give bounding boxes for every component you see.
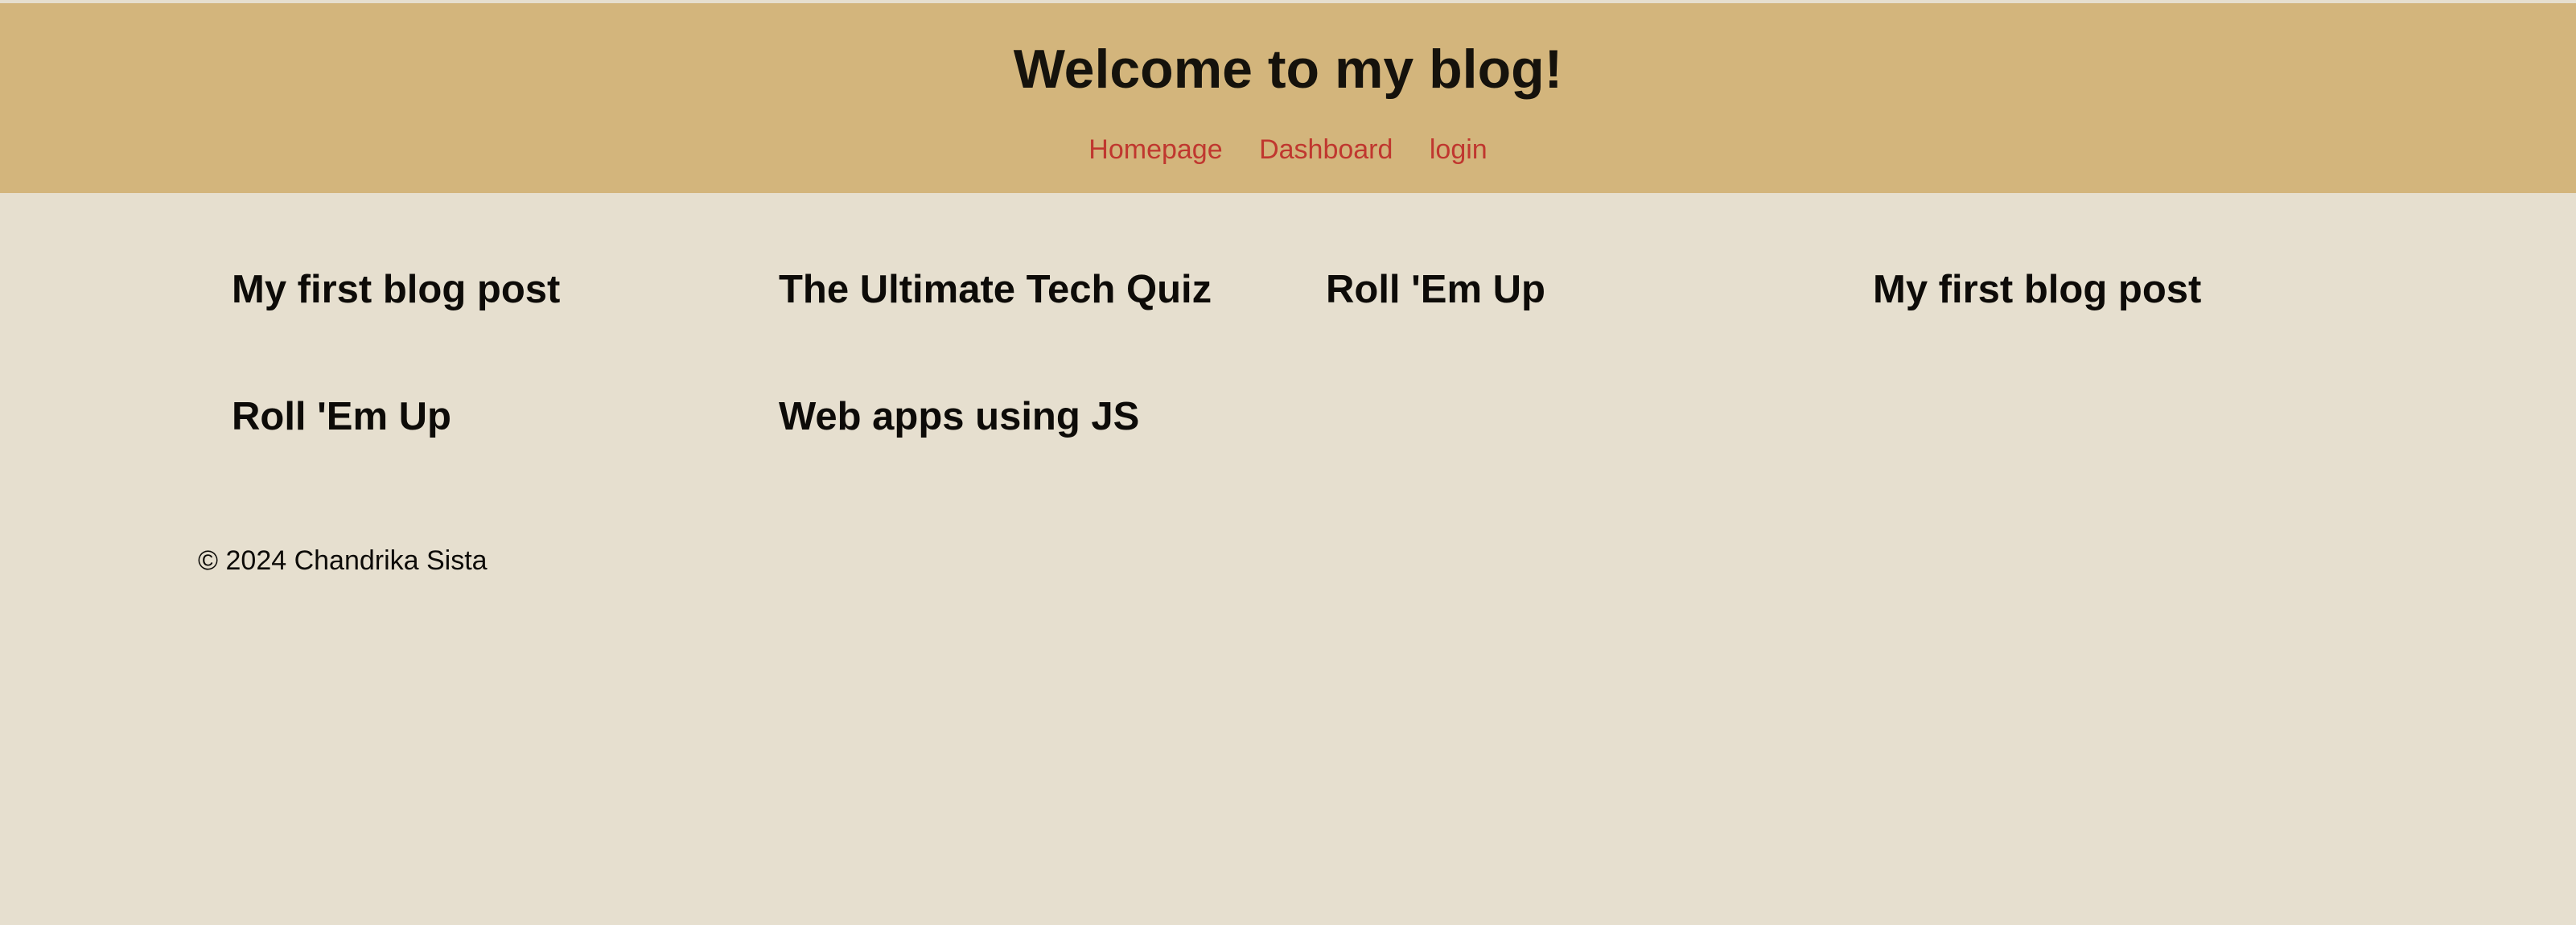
nav-link-dashboard[interactable]: Dashboard [1259,134,1393,165]
post-card[interactable]: My first blog post [232,257,763,322]
post-card[interactable]: Roll 'Em Up [1326,257,1857,322]
post-title[interactable]: My first blog post [232,257,763,322]
site-title: Welcome to my blog! [1013,39,1563,100]
nav-link-homepage[interactable]: Homepage [1088,134,1222,165]
site-footer: © 2024 Chandrika Sista [198,541,488,581]
copyright-text: © 2024 Chandrika Sista [198,545,488,576]
post-title[interactable]: Roll 'Em Up [1326,257,1857,322]
post-card[interactable]: Roll 'Em Up [232,384,763,449]
post-title[interactable]: The Ultimate Tech Quiz [779,257,1310,322]
post-title[interactable]: Roll 'Em Up [232,384,763,449]
post-card[interactable]: Web apps using JS [779,384,1310,449]
post-card[interactable]: The Ultimate Tech Quiz [779,257,1310,322]
nav-link-login[interactable]: login [1430,134,1488,165]
post-card[interactable]: My first blog post [1873,257,2404,322]
main-nav: Homepage Dashboard login [0,125,2576,174]
post-title[interactable]: Web apps using JS [779,384,1310,449]
site-header: Welcome to my blog! Homepage Dashboard l… [0,3,2576,193]
post-title[interactable]: My first blog post [1873,257,2404,322]
